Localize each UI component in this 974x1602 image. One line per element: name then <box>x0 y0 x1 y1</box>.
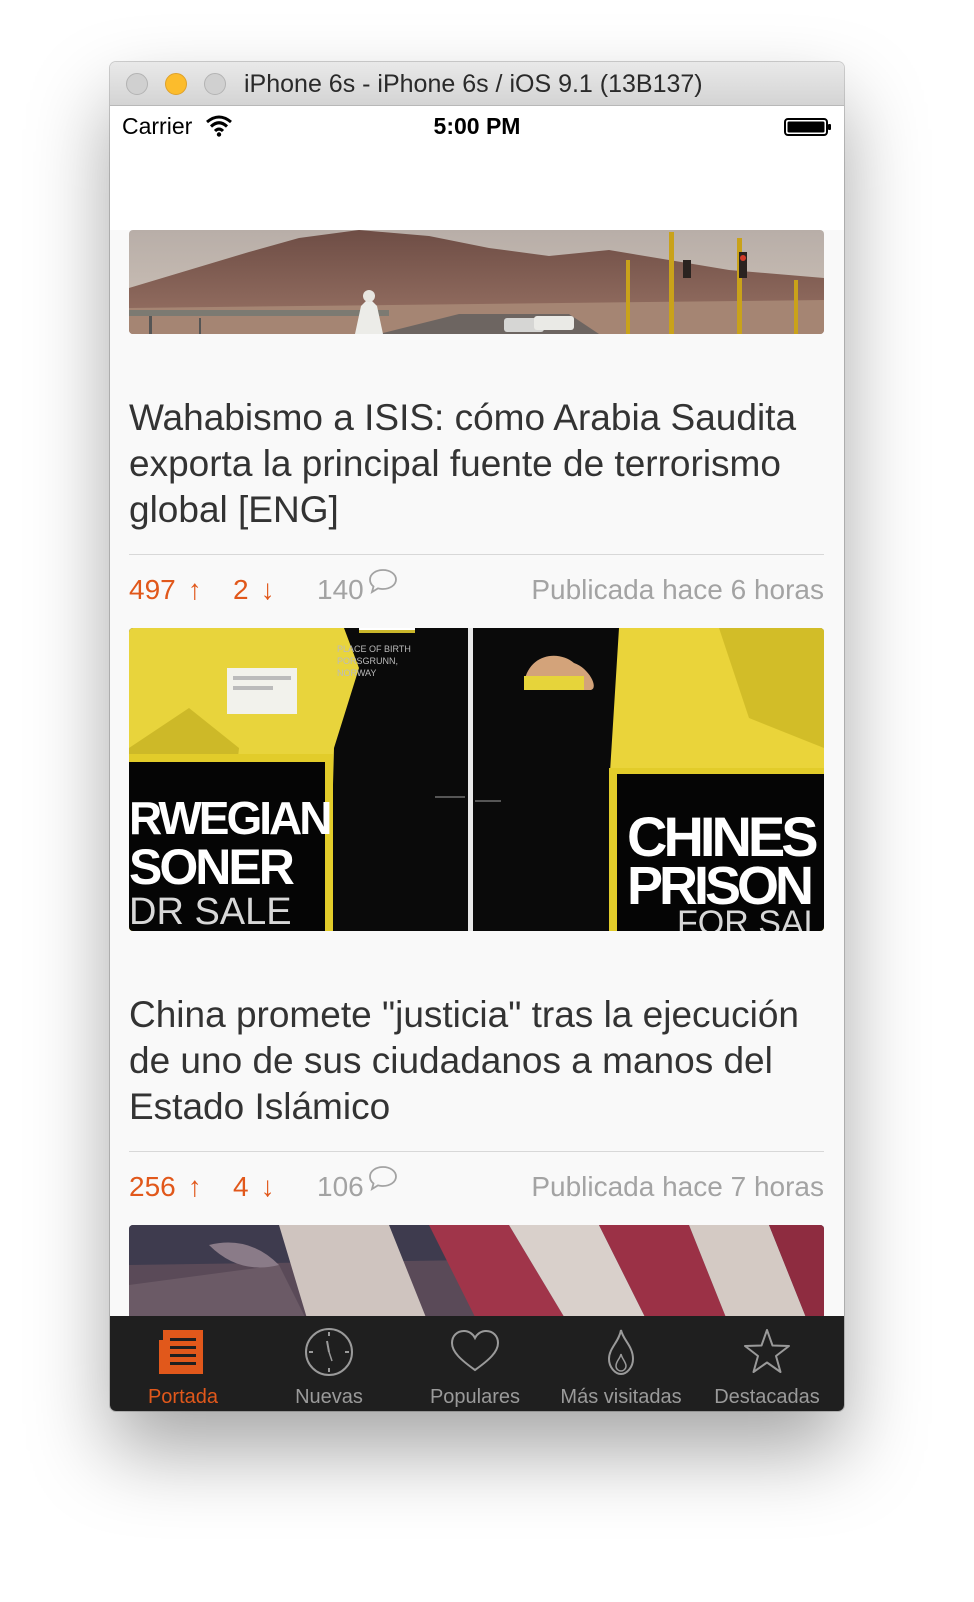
tab-label: Más visitadas <box>560 1386 682 1408</box>
tab-label: Populares <box>429 1386 521 1408</box>
article-divider <box>129 1151 824 1152</box>
tab-label: Portada <box>147 1386 219 1408</box>
downvote-button[interactable]: 2 ↓ <box>233 574 275 606</box>
tab-label: Destacadas <box>714 1386 820 1408</box>
heart-icon <box>450 1329 500 1372</box>
battery-icon <box>784 118 831 136</box>
article-title[interactable]: Wahabismo a ISIS: cómo Arabia Saudita ex… <box>129 395 829 533</box>
zoom-button[interactable] <box>204 73 226 95</box>
tab-portada[interactable]: Portada <box>110 1316 256 1411</box>
downvote-count: 4 <box>233 1171 249 1202</box>
arrow-down-icon: ↓ <box>260 574 275 605</box>
comment-count: 140 <box>317 574 364 605</box>
tab-label: Nuevas <box>295 1386 363 1408</box>
article-image[interactable] <box>129 1225 824 1316</box>
comments-button[interactable]: 106 <box>317 1171 364 1203</box>
desert-road-image <box>129 230 824 334</box>
simulator-window: iPhone 6s - iPhone 6s / iOS 9.1 (13B137)… <box>110 62 844 1411</box>
news-feed[interactable]: Wahabismo a ISIS: cómo Arabia Saudita ex… <box>110 230 844 1316</box>
upvote-button[interactable]: 497 ↑ <box>129 574 202 606</box>
published-time: Publicada hace 6 horas <box>531 574 824 605</box>
status-bar: Carrier 5:00 PM <box>110 106 844 148</box>
arrow-up-icon: ↑ <box>187 574 202 605</box>
comment-icon <box>369 569 397 594</box>
tab-bar: Portada Nuevas Populares Más visitadas D… <box>110 1316 844 1411</box>
prisoners-image: RWEGIAN SONER DR SALE PLACE OF BIRTH POR… <box>129 628 824 931</box>
minimize-button[interactable] <box>165 73 187 95</box>
comment-icon <box>369 1166 397 1191</box>
article-title[interactable]: China promete "justicia" tras la ejecuci… <box>129 992 829 1130</box>
tab-destacadas[interactable]: Destacadas <box>694 1316 840 1411</box>
navigation-bar <box>110 148 844 230</box>
tab-mas-visitadas[interactable]: Más visitadas <box>548 1316 694 1411</box>
flame-icon <box>607 1329 635 1376</box>
article-divider <box>129 554 824 555</box>
article-image[interactable] <box>129 230 824 334</box>
flag-image <box>129 1225 824 1316</box>
image-caption-left-2: SONER <box>129 839 295 895</box>
upvote-button[interactable]: 256 ↑ <box>129 1171 202 1203</box>
image-caption-right-3: FOR SAL <box>677 904 822 931</box>
downvote-button[interactable]: 4 ↓ <box>233 1171 275 1203</box>
arrow-up-icon: ↑ <box>187 1171 202 1202</box>
image-caption-small-2: PORSGRUNN, <box>337 656 398 666</box>
tab-nuevas[interactable]: Nuevas <box>256 1316 402 1411</box>
close-button[interactable] <box>126 73 148 95</box>
clock-icon <box>305 1328 353 1376</box>
star-icon <box>744 1329 790 1373</box>
image-caption-small-3: NORWAY <box>337 668 376 678</box>
window-titlebar[interactable]: iPhone 6s - iPhone 6s / iOS 9.1 (13B137) <box>110 62 844 106</box>
downvote-count: 2 <box>233 574 249 605</box>
comments-button[interactable]: 140 <box>317 574 364 606</box>
published-time: Publicada hace 7 horas <box>531 1171 824 1202</box>
newspaper-icon <box>159 1330 203 1374</box>
upvote-count: 497 <box>129 574 176 605</box>
article-meta: 256 ↑ 4 ↓ 106 Publicada hace 7 horas <box>129 1166 824 1211</box>
article-image[interactable]: RWEGIAN SONER DR SALE PLACE OF BIRTH POR… <box>129 628 824 931</box>
window-title: iPhone 6s - iPhone 6s / iOS 9.1 (13B137) <box>244 70 703 98</box>
image-caption-small-1: PLACE OF BIRTH <box>337 644 411 654</box>
image-caption-left-3: DR SALE <box>129 891 292 931</box>
status-time: 5:00 PM <box>433 113 521 139</box>
arrow-down-icon: ↓ <box>260 1171 275 1202</box>
comment-count: 106 <box>317 1171 364 1202</box>
image-caption-left-1: RWEGIAN <box>129 792 330 844</box>
article-meta: 497 ↑ 2 ↓ 140 Publicada hace 6 horas <box>129 569 824 614</box>
tab-populares[interactable]: Populares <box>402 1316 548 1411</box>
upvote-count: 256 <box>129 1171 176 1202</box>
